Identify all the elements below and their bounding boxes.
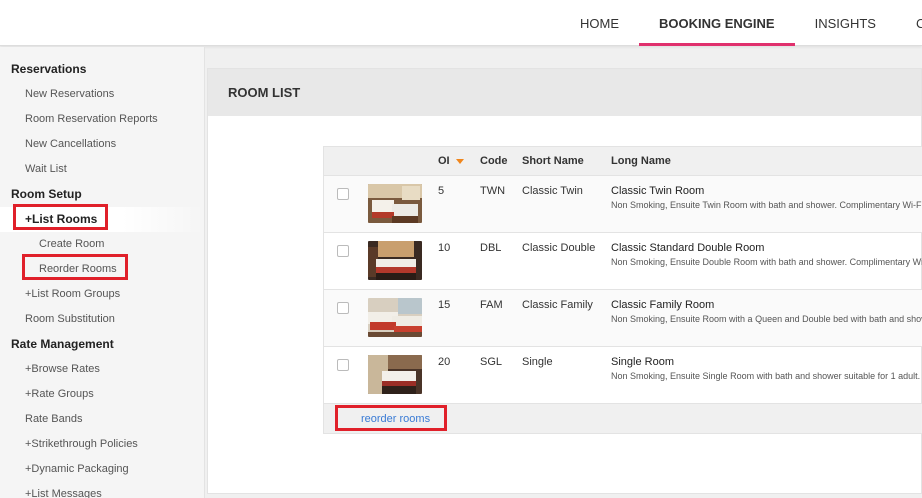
sidebar-section-rate-management: Rate Management	[11, 337, 114, 351]
room-list-panel: ROOM LIST OI Code Short Name Long Name 5…	[207, 68, 922, 494]
room-photo-icon	[368, 298, 422, 337]
table-row[interactable]: 15 FAM Classic Family Classic Family Roo…	[324, 290, 922, 347]
sidebar-item-rate-groups[interactable]: +Rate Groups	[0, 382, 204, 407]
nav-cr[interactable]: CR	[896, 0, 922, 46]
table-row[interactable]: 20 SGL Single Single Room Non Smoking, E…	[324, 347, 922, 404]
sidebar-item-list-room-groups[interactable]: +List Room Groups	[0, 282, 204, 307]
cell-code: SGL	[480, 356, 503, 368]
sort-desc-icon	[455, 158, 464, 164]
table-row[interactable]: 5 TWN Classic Twin Classic Twin Room Non…	[324, 176, 922, 233]
row-checkbox[interactable]	[337, 359, 349, 371]
room-thumbnail-family[interactable]	[368, 298, 422, 337]
sidebar-item-wait-list[interactable]: Wait List	[0, 157, 204, 182]
sidebar-item-room-reservation-reports[interactable]: Room Reservation Reports	[0, 107, 204, 132]
nav-booking-engine[interactable]: BOOKING ENGINE	[639, 0, 795, 46]
cell-long-name: Classic Standard Double Room	[611, 242, 765, 254]
header-ol-label: OI	[438, 155, 450, 167]
cell-description: Non Smoking, Ensuite Twin Room with bath…	[611, 200, 922, 210]
header-long-name[interactable]: Long Name	[611, 155, 922, 167]
table-header: OI Code Short Name Long Name	[324, 147, 922, 176]
sidebar-item-new-reservations[interactable]: New Reservations	[0, 82, 204, 107]
room-photo-icon	[368, 241, 422, 280]
cell-long-name: Classic Family Room	[611, 299, 715, 311]
room-photo-icon	[368, 355, 422, 394]
table-footer: reorder rooms	[324, 404, 922, 433]
sidebar-item-list-messages[interactable]: +List Messages	[0, 482, 204, 498]
cell-short-name: Classic Double	[522, 242, 596, 254]
cell-ol: 20	[438, 356, 451, 368]
cell-short-name: Classic Twin	[522, 185, 583, 197]
cell-long-name: Single Room	[611, 356, 674, 368]
cell-ol: 10	[438, 242, 451, 254]
room-table: OI Code Short Name Long Name 5 TWN Class…	[323, 146, 922, 434]
sidebar-section-reservations: Reservations	[11, 62, 87, 76]
nav-home[interactable]: HOME	[560, 0, 639, 46]
page-title: ROOM LIST	[208, 69, 921, 116]
cell-short-name: Single	[522, 356, 553, 368]
cell-long-name: Classic Twin Room	[611, 185, 705, 197]
room-thumbnail-single[interactable]	[368, 355, 422, 394]
sidebar-item-browse-rates[interactable]: +Browse Rates	[0, 357, 204, 382]
cell-code: DBL	[480, 242, 502, 254]
room-thumbnail-double[interactable]	[368, 241, 422, 280]
cell-description: Non Smoking, Ensuite Single Room with ba…	[611, 371, 922, 381]
sidebar-item-strikethrough-policies[interactable]: +Strikethrough Policies	[0, 432, 204, 457]
cell-ol: 5	[438, 185, 445, 197]
cell-description: Non Smoking, Ensuite Room with a Queen a…	[611, 314, 922, 324]
nav-insights[interactable]: INSIGHTS	[795, 0, 896, 46]
reorder-rooms-link[interactable]: reorder rooms	[361, 413, 430, 425]
cell-short-name: Classic Family	[522, 299, 593, 311]
sidebar-item-reorder-rooms[interactable]: Reorder Rooms	[0, 257, 204, 282]
row-checkbox[interactable]	[337, 188, 349, 200]
sidebar-item-room-substitution[interactable]: Room Substitution	[0, 307, 204, 332]
main-nav: HOME BOOKING ENGINE INSIGHTS CR	[560, 0, 922, 46]
table-row[interactable]: 10 DBL Classic Double Classic Standard D…	[324, 233, 922, 290]
sidebar-section-room-setup: Room Setup	[11, 187, 82, 201]
row-checkbox[interactable]	[337, 302, 349, 314]
cell-code: FAM	[480, 299, 503, 311]
room-photo-icon	[368, 184, 422, 223]
sidebar: Reservations New Reservations Room Reser…	[0, 47, 205, 498]
room-thumbnail-twin[interactable]	[368, 184, 422, 223]
sidebar-item-new-cancellations[interactable]: New Cancellations	[0, 132, 204, 157]
sidebar-item-rate-bands[interactable]: Rate Bands	[0, 407, 204, 432]
row-checkbox[interactable]	[337, 245, 349, 257]
table-body: 5 TWN Classic Twin Classic Twin Room Non…	[324, 176, 922, 404]
sidebar-item-list-rooms[interactable]: +List Rooms	[0, 207, 204, 232]
sidebar-item-dynamic-packaging[interactable]: +Dynamic Packaging	[0, 457, 204, 482]
header-short-name[interactable]: Short Name	[522, 155, 611, 167]
header-code[interactable]: Code	[480, 155, 522, 167]
sidebar-item-create-room[interactable]: Create Room	[0, 232, 204, 257]
top-bar: HOME BOOKING ENGINE INSIGHTS CR	[0, 0, 922, 46]
cell-description: Non Smoking, Ensuite Double Room with ba…	[611, 257, 922, 267]
header-ol[interactable]: OI	[438, 155, 480, 167]
cell-ol: 15	[438, 299, 451, 311]
cell-code: TWN	[480, 185, 506, 197]
